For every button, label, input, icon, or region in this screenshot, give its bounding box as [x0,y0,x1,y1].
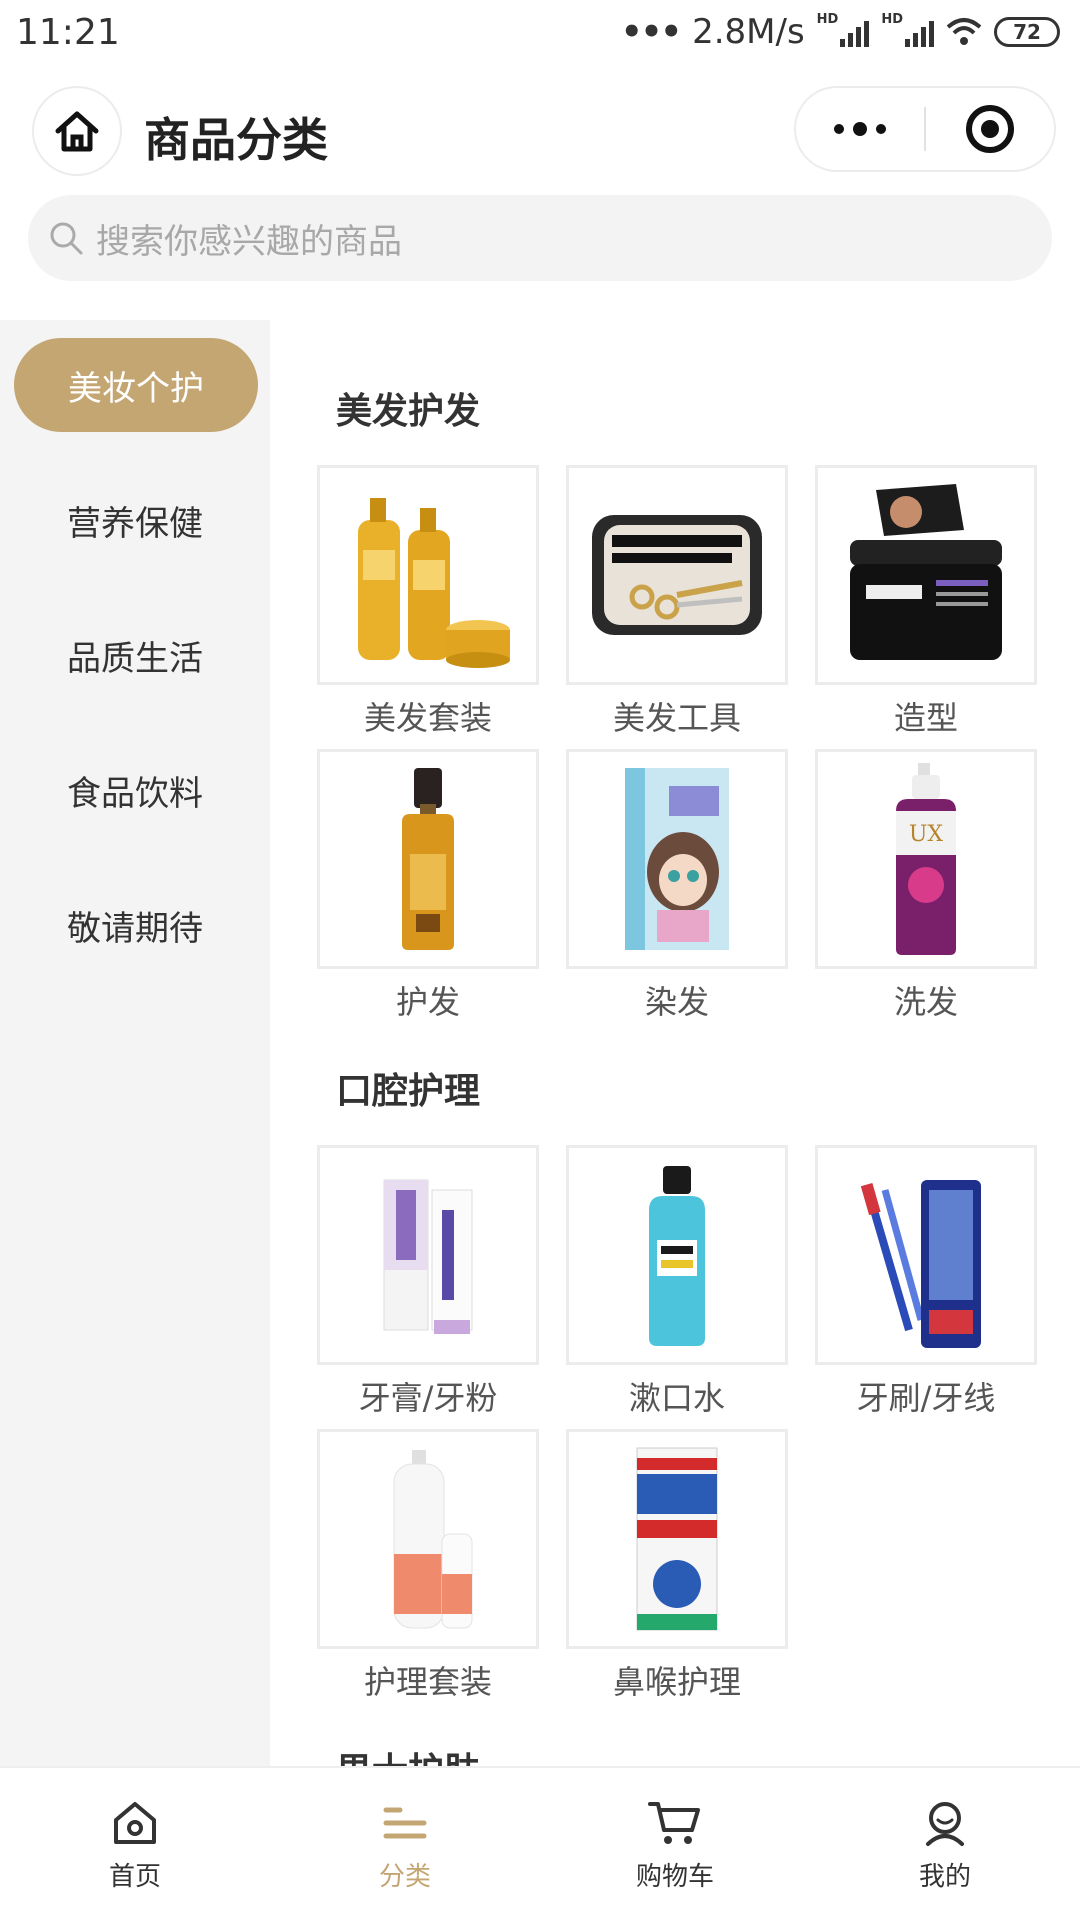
search-placeholder: 搜索你感兴趣的商品 [96,221,402,262]
hair-scissors-kit-image [566,465,788,685]
sidebar-item-coming-soon[interactable]: 敬请期待 [0,878,270,972]
signal-icon-2 [905,17,934,47]
category-list-icon [383,1807,427,1839]
throat-spray-box-image [566,1429,788,1649]
bottom-tab-bar: 首页 分类 购物车 我的 [0,1766,1080,1920]
page-title: 商品分类 [144,113,328,167]
section-title-hair: 美发护发 [336,391,481,432]
shampoo-pump-bottle-image: UX [815,749,1037,969]
category-content: 美发护发 美发套装 美发工具 造型 护发 染发 UX 洗发 口腔护理 牙膏/牙粉… [270,320,1080,1766]
category-label: 牙膏/牙粉 [358,1379,498,1417]
hair-oil-bottle-image [317,749,539,969]
sidebar-item-food[interactable]: 食品饮料 [0,743,270,837]
category-label: 造型 [893,699,958,737]
category-cell[interactable]: 染发 [566,749,788,1023]
tab-category[interactable]: 分类 [270,1768,540,1920]
home-icon [55,111,99,152]
sidebar-item-label: 营养保健 [67,503,203,544]
svg-text:UX: UX [909,822,944,847]
battery-indicator: 72 [994,17,1060,47]
network-speed: 2.8M/s [692,12,805,52]
category-cell[interactable]: 美发工具 [566,465,788,739]
status-time: 11:21 [16,12,120,53]
category-label: 护理套装 [363,1663,492,1701]
category-cell[interactable]: 牙膏/牙粉 [317,1145,539,1419]
status-indicators: ••• 2.8M/s HD HD 72 [621,12,1060,52]
category-cell[interactable]: 美发套装 [317,465,539,739]
tab-home[interactable]: 首页 [0,1768,270,1920]
home-button[interactable] [32,86,122,176]
category-cell[interactable]: 护发 [317,749,539,1023]
category-label: 牙刷/牙线 [856,1379,996,1417]
tab-label: 分类 [378,1862,431,1892]
section-title-mens-skin: 男士护肤 [336,1742,480,1766]
signal-icon [840,17,870,47]
category-cell[interactable]: 鼻喉护理 [566,1429,788,1703]
header: 商品分类 [0,66,1080,196]
category-cell[interactable]: 牙刷/牙线 [815,1145,1037,1419]
category-cell[interactable]: 造型 [815,465,1037,739]
category-label: 美发套装 [363,699,492,737]
sidebar-item-lifestyle[interactable]: 品质生活 [0,608,270,702]
tab-cart[interactable]: 购物车 [540,1768,810,1920]
shampoo-bottles-set-image [317,465,539,685]
toothpaste-tubes-image [317,1145,539,1365]
hd-badge-2: HD [881,12,903,27]
search-input[interactable]: 搜索你感兴趣的商品 [28,195,1052,281]
category-sidebar: 美妆个护 营养保健 品质生活 食品饮料 敬请期待 [0,320,270,1766]
category-label: 护发 [395,983,460,1021]
shopping-cart-icon [648,1802,700,1844]
category-label: 染发 [644,983,709,1021]
user-profile-icon [926,1802,964,1846]
hair-dye-box-image [566,749,788,969]
section-title-oral: 口腔护理 [336,1071,481,1112]
status-dots: ••• [620,12,682,52]
toothbrush-pack-image [815,1145,1037,1365]
hd-badge: HD [816,12,839,27]
sidebar-item-beauty[interactable]: 美妆个护 [14,338,258,432]
spray-care-set-image [317,1429,539,1649]
sidebar-item-label: 食品饮料 [67,773,203,814]
mouthwash-bottle-image [566,1145,788,1365]
category-cell[interactable]: UX 洗发 [815,749,1037,1023]
wifi-icon [946,18,982,45]
sidebar-item-nutrition[interactable]: 营养保健 [0,473,270,567]
tab-profile[interactable]: 我的 [810,1768,1080,1920]
mini-program-capsule [794,86,1056,172]
tab-label: 购物车 [635,1862,714,1892]
target-close-icon[interactable] [926,105,1054,153]
category-cell[interactable]: 漱口水 [566,1145,788,1419]
tab-label: 首页 [108,1862,161,1892]
category-label: 漱口水 [628,1379,725,1417]
sidebar-item-label: 敬请期待 [67,908,203,949]
more-dots-icon[interactable] [796,122,924,136]
sidebar-item-label: 美妆个护 [68,368,204,409]
status-bar: 11:21 ••• 2.8M/s HD HD 72 [0,0,1080,66]
category-label: 鼻喉护理 [612,1663,741,1701]
tab-label: 我的 [918,1862,971,1892]
home-tab-icon [114,1802,156,1844]
search-icon [50,222,83,255]
category-cell[interactable]: 护理套装 [317,1429,539,1703]
hair-wax-jar-image [815,465,1037,685]
category-label: 美发工具 [612,699,741,737]
sidebar-item-label: 品质生活 [67,638,203,679]
category-label: 洗发 [893,983,958,1021]
